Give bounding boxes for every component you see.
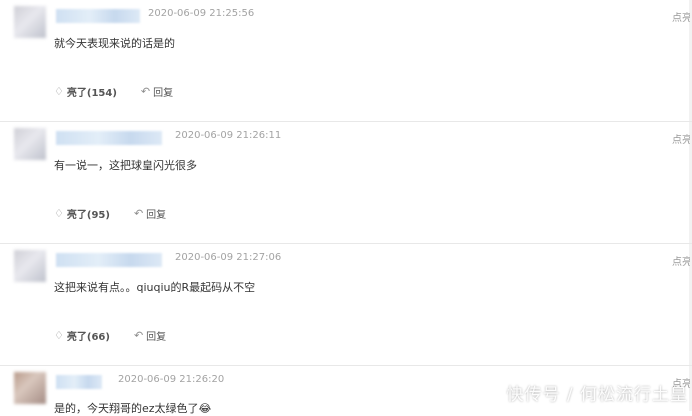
username-blurred[interactable] [56,9,140,23]
comment-time: 2020-06-09 21:26:20 [118,374,225,385]
comment-time: 2020-06-09 21:25:56 [148,8,255,19]
comment-item: 2020-06-09 21:26:11 点亮 有一说一，这把球皇闪光很多 ♢ 亮… [0,122,692,244]
comment-time: 2020-06-09 21:26:11 [175,130,282,141]
reply-button[interactable]: ↶ 回复 [134,328,166,343]
reply-label: 回复 [153,88,174,99]
like-button[interactable]: ♢ 亮了(154) [54,84,117,99]
lightbulb-icon: ♢ [54,85,64,98]
like-label: 亮了(95) [66,210,110,221]
comment-actions: ♢ 亮了(95) ↶ 回复 [54,206,166,221]
reply-label: 回复 [146,332,167,343]
comment-actions: ♢ 亮了(154) ↶ 回复 [54,84,173,99]
reply-arrow-icon: ↶ [133,207,144,220]
like-button[interactable]: ♢ 亮了(95) [54,206,110,221]
lightbulb-icon: ♢ [54,329,64,342]
reply-label: 回复 [146,210,167,221]
comment-time: 2020-06-09 21:27:06 [175,252,282,263]
reply-arrow-icon: ↶ [140,85,151,98]
reply-arrow-icon: ↶ [133,329,144,342]
username-blurred[interactable] [56,131,162,145]
reply-button[interactable]: ↶ 回复 [134,206,166,221]
report-link[interactable]: 点亮 [672,131,690,146]
comment-actions: ♢ 亮了(66) ↶ 回复 [54,328,166,343]
username-blurred[interactable] [56,375,102,389]
avatar[interactable] [14,128,46,160]
avatar[interactable] [14,6,46,38]
avatar[interactable] [14,372,46,404]
comment-text: 就今天表现来说的话是的 [54,37,175,50]
reply-button[interactable]: ↶ 回复 [141,84,173,99]
report-link[interactable]: 点亮 [672,253,690,268]
avatar[interactable] [14,250,46,282]
comment-text: 是的，今天翔哥的ez太绿色了😂 [54,402,212,415]
comment-text: 这把来说有点。。qiuqiu的R最起码从不空 [54,281,256,294]
username-blurred[interactable] [56,253,162,267]
comment-item: 2020-06-09 21:25:56 点亮 就今天表现来说的话是的 ♢ 亮了(… [0,0,692,122]
report-link[interactable]: 点亮 [672,9,690,24]
comment-item: 2020-06-09 21:27:06 点亮 这把来说有点。。qiuqiu的R最… [0,244,692,366]
like-label: 亮了(66) [66,332,110,343]
watermark: 快传号 / 何松流行土皇 [506,385,688,405]
like-button[interactable]: ♢ 亮了(66) [54,328,110,343]
like-label: 亮了(154) [66,88,117,99]
lightbulb-icon: ♢ [54,207,64,220]
comment-text: 有一说一，这把球皇闪光很多 [54,159,197,172]
